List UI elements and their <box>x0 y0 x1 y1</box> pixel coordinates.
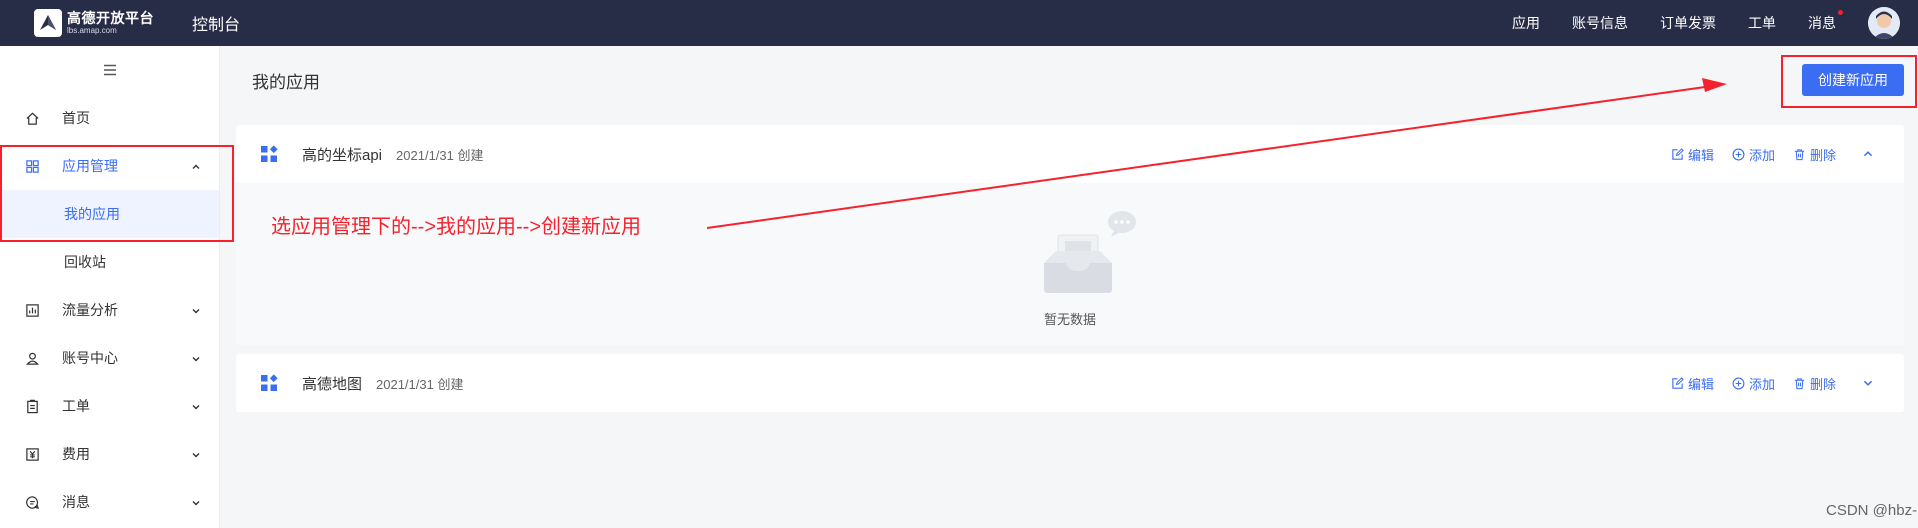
chevron-down-icon <box>191 447 201 463</box>
edit-icon <box>1672 147 1684 160</box>
add-label: 添加 <box>1748 147 1775 163</box>
nav-tickets[interactable]: 工单 <box>1748 13 1776 33</box>
chevron-down-icon <box>191 495 201 511</box>
sidebar-item-label: 账号中心 <box>62 350 118 366</box>
app-icon <box>260 145 278 163</box>
sidebar-item-messages[interactable]: 消息 <box>0 478 219 526</box>
amap-logo-icon <box>34 9 62 37</box>
app-name: 高德地图 <box>302 375 363 393</box>
sidebar-item-my-apps[interactable]: 我的应用 <box>0 190 219 238</box>
grid-icon <box>24 158 40 174</box>
create-app-button[interactable]: 创建新应用 <box>1802 64 1904 96</box>
empty-state-text: 暂无数据 <box>1043 312 1096 327</box>
app-card-header: 高德地图 2021/1/31 创建 编辑 添加 删除 <box>236 354 1904 412</box>
chart-icon <box>24 302 40 318</box>
edit-button[interactable]: 编辑 <box>1671 374 1714 393</box>
top-navbar: 高德开放平台 lbs.amap.com 控制台 应用 账号信息 订单发票 工单 … <box>0 0 1918 46</box>
chevron-down-icon <box>191 399 201 415</box>
sidebar-item-recycle-bin[interactable]: 回收站 <box>0 238 219 286</box>
trash-icon <box>1794 148 1805 160</box>
page-title: 我的应用 <box>252 73 320 92</box>
app-name: 高的坐标api <box>302 146 383 164</box>
avatar[interactable] <box>1868 7 1900 39</box>
sidebar-item-label: 工单 <box>62 398 90 414</box>
app-actions: 编辑 添加 删除 <box>1653 354 1874 412</box>
app-icon <box>260 374 278 392</box>
empty-inbox-icon <box>1028 197 1138 301</box>
delete-label: 删除 <box>1809 376 1836 392</box>
home-icon <box>24 110 40 126</box>
app-created-date: 2021/1/31 创建 <box>396 147 484 163</box>
app-created-date: 2021/1/31 创建 <box>376 376 464 392</box>
logo-title: 高德开放平台 <box>67 10 154 26</box>
add-button[interactable]: 添加 <box>1732 374 1775 393</box>
sidebar: 首页 应用管理 我的应用 回收站 流量分析 账号中心 工单 费用 消息 <box>0 46 220 528</box>
nav-apps[interactable]: 应用 <box>1512 13 1540 33</box>
app-card-header: 高的坐标api 2021/1/31 创建 编辑 添加 删除 <box>236 125 1904 183</box>
add-icon <box>1732 148 1745 160</box>
edit-label: 编辑 <box>1687 147 1714 163</box>
user-icon <box>24 350 40 366</box>
nav-orders-invoices[interactable]: 订单发票 <box>1660 13 1716 33</box>
top-nav: 应用 账号信息 订单发票 工单 消息 <box>1496 0 1918 46</box>
clipboard-icon <box>24 398 40 414</box>
sidebar-item-fees[interactable]: 费用 <box>0 430 219 478</box>
nav-messages[interactable]: 消息 <box>1808 10 1843 33</box>
yuan-icon <box>24 446 40 462</box>
app-card-body: 暂无数据 <box>236 183 1904 345</box>
sidebar-item-account-center[interactable]: 账号中心 <box>0 334 219 382</box>
sidebar-item-label: 流量分析 <box>62 302 118 318</box>
chevron-down-icon <box>191 351 201 367</box>
logo-subtitle: lbs.amap.com <box>67 26 117 35</box>
delete-button[interactable]: 删除 <box>1793 374 1836 393</box>
sidebar-item-tickets[interactable]: 工单 <box>0 382 219 430</box>
edit-label: 编辑 <box>1687 376 1714 392</box>
add-icon <box>1732 377 1745 389</box>
sidebar-item-label: 消息 <box>62 494 90 510</box>
app-management-submenu: 我的应用 回收站 <box>0 190 219 286</box>
app-card: 高德地图 2021/1/31 创建 编辑 添加 删除 <box>236 354 1904 412</box>
menu-collapse-icon[interactable] <box>0 46 219 94</box>
logo[interactable]: 高德开放平台 lbs.amap.com <box>34 9 188 37</box>
notification-dot <box>1838 10 1843 15</box>
chevron-up-icon <box>191 159 201 175</box>
sidebar-item-label: 费用 <box>62 446 90 462</box>
sidebar-item-label: 首页 <box>62 110 90 126</box>
delete-button[interactable]: 删除 <box>1793 145 1836 164</box>
add-label: 添加 <box>1748 376 1775 392</box>
watermark: CSDN @hbz- <box>1826 502 1918 519</box>
sidebar-item-home[interactable]: 首页 <box>0 94 219 142</box>
edit-icon <box>1672 376 1684 389</box>
chevron-up-icon <box>1863 151 1873 157</box>
nav-account-info[interactable]: 账号信息 <box>1572 13 1628 33</box>
chevron-down-icon <box>191 303 201 319</box>
delete-label: 删除 <box>1809 147 1836 163</box>
message-icon <box>24 494 40 510</box>
sidebar-item-traffic-analysis[interactable]: 流量分析 <box>0 286 219 334</box>
collapse-toggle[interactable] <box>1862 148 1874 160</box>
chevron-down-icon <box>1863 380 1873 386</box>
sidebar-item-app-management[interactable]: 应用管理 <box>0 142 219 190</box>
trash-icon <box>1794 377 1805 389</box>
sidebar-item-label: 应用管理 <box>62 158 118 174</box>
console-title[interactable]: 控制台 <box>192 11 240 35</box>
annotation-text: 选应用管理下的-->我的应用-->创建新应用 <box>271 216 641 238</box>
add-button[interactable]: 添加 <box>1732 145 1775 164</box>
app-actions: 编辑 添加 删除 <box>1653 125 1874 183</box>
expand-toggle[interactable] <box>1862 377 1874 389</box>
edit-button[interactable]: 编辑 <box>1671 145 1714 164</box>
nav-messages-label: 消息 <box>1808 15 1836 31</box>
